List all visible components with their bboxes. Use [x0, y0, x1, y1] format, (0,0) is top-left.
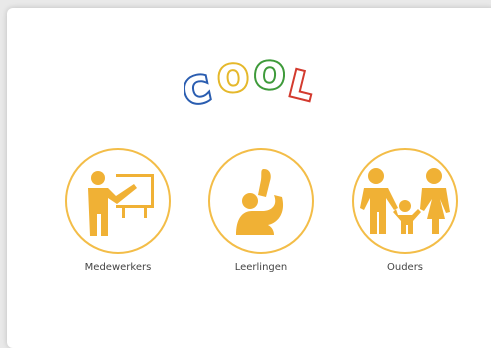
svg-text:C: C: [184, 68, 214, 114]
role-leerlingen[interactable]: Leerlingen: [201, 148, 321, 288]
student-raising-hand-icon: [208, 148, 314, 254]
role-medewerkers[interactable]: Medewerkers: [58, 148, 178, 288]
role-ouders[interactable]: Ouders: [345, 148, 465, 288]
cool-logo: C O O L: [178, 53, 344, 118]
role-label: Ouders: [386, 262, 424, 273]
svg-text:O: O: [217, 58, 250, 101]
login-card: C O O L Medewerkers Leerlingen Ouders: [7, 8, 491, 348]
parents-with-child-icon: [352, 148, 458, 254]
role-label: Leerlingen: [234, 262, 288, 273]
svg-text:L: L: [285, 64, 317, 109]
svg-text:O: O: [253, 58, 286, 98]
teacher-icon: [65, 148, 171, 254]
role-label: Medewerkers: [84, 262, 152, 273]
